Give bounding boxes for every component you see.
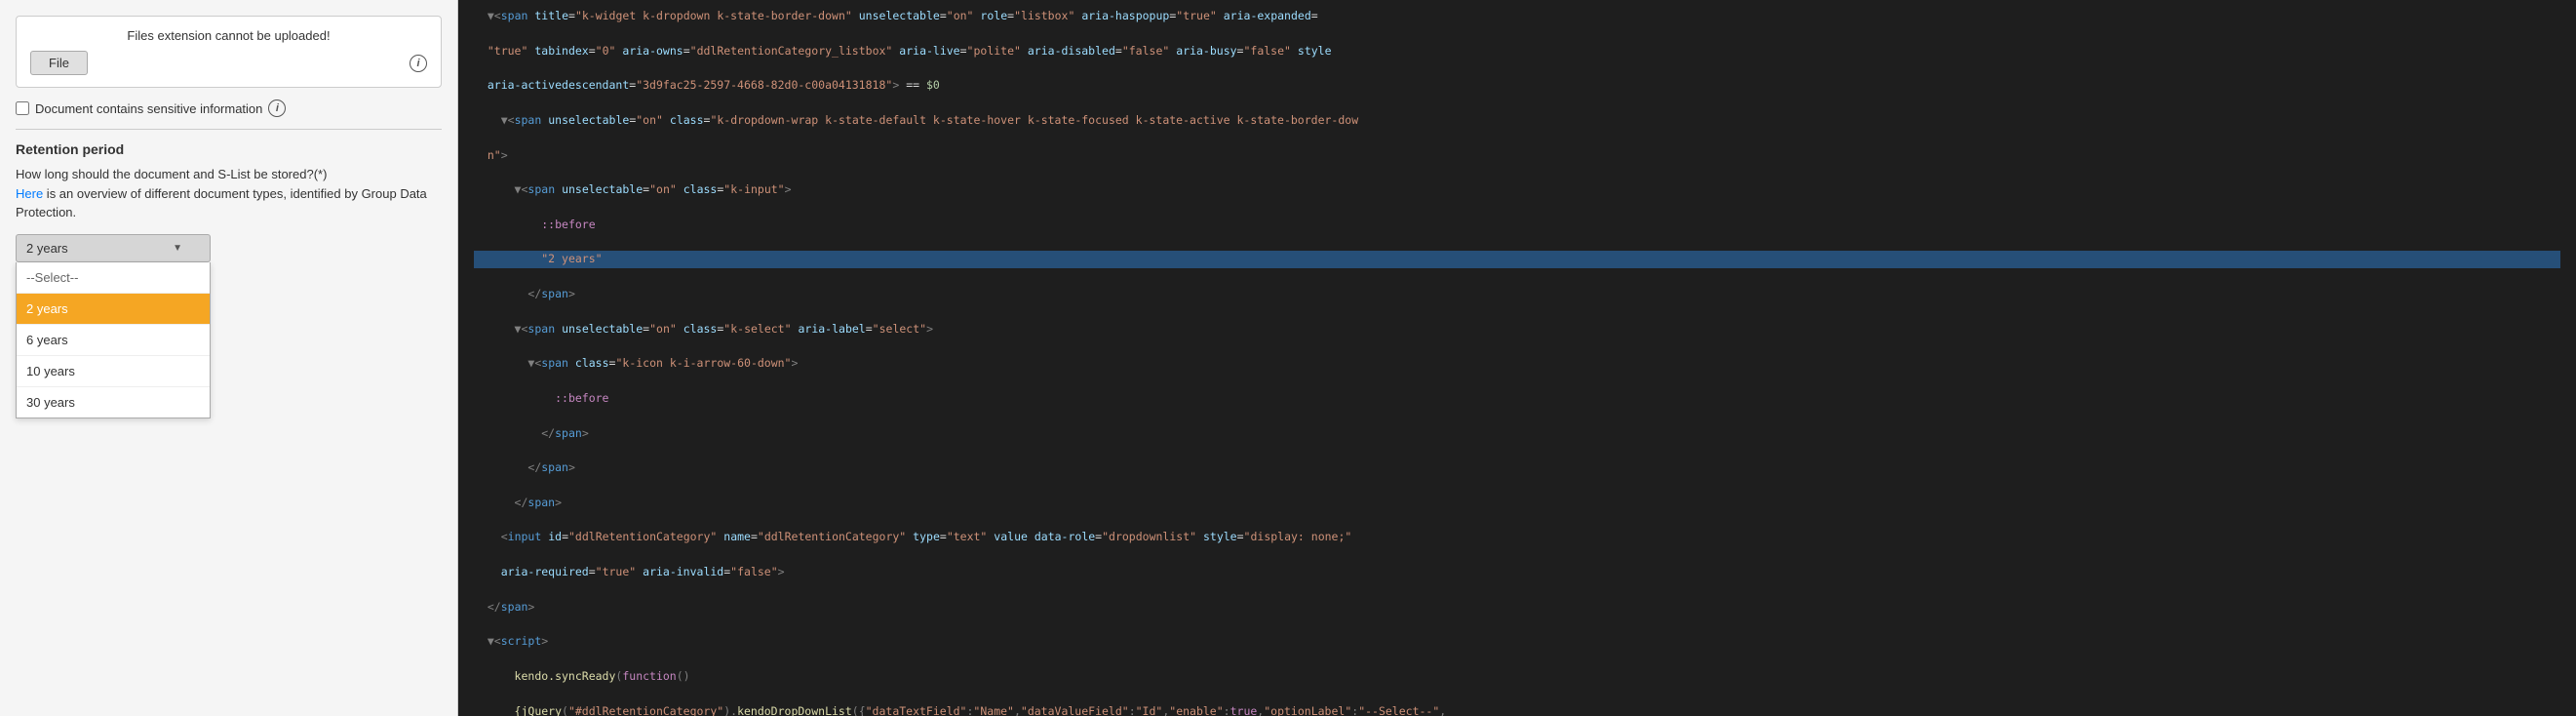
dropdown-arrow-icon: ▼: [173, 243, 182, 254]
code-line: kendo.syncReady(function(): [474, 668, 2560, 686]
retention-dropdown-selected[interactable]: 2 years ▼: [16, 234, 211, 262]
sensitive-checkbox[interactable]: [16, 101, 29, 115]
code-line: ::before: [474, 390, 2560, 408]
upload-error-row: File i: [30, 51, 427, 75]
code-line: </span>: [474, 459, 2560, 477]
code-line: "2 years": [474, 251, 2560, 268]
sensitive-info-icon[interactable]: i: [268, 99, 286, 117]
dropdown-item-6years[interactable]: 6 years: [17, 325, 210, 356]
code-line: ▼<span class="k-icon k-i-arrow-60-down">: [474, 355, 2560, 373]
code-line: </span>: [474, 495, 2560, 512]
code-panel: ▼<span title="k-widget k-dropdown k-stat…: [458, 0, 2576, 716]
code-line: "true" tabindex="0" aria-owns="ddlRetent…: [474, 43, 2560, 60]
retention-desc: How long should the document and S-List …: [16, 165, 442, 222]
code-line: </span>: [474, 425, 2560, 443]
code-line: ▼<span unselectable="on" class="k-select…: [474, 321, 2560, 338]
retention-section: Retention period How long should the doc…: [16, 141, 442, 262]
code-line: </span>: [474, 599, 2560, 617]
code-line: ▼<span unselectable="on" class="k-input"…: [474, 181, 2560, 199]
left-panel: Files extension cannot be uploaded! File…: [0, 0, 458, 716]
code-line: ▼<span title="k-widget k-dropdown k-stat…: [474, 8, 2560, 25]
code-line: aria-activedescendant="3d9fac25-2597-466…: [474, 77, 2560, 95]
dropdown-item-10years[interactable]: 10 years: [17, 356, 210, 387]
retention-desc-after: is an overview of different document typ…: [16, 186, 427, 220]
code-line: ▼<script>: [474, 633, 2560, 651]
retention-question: How long should the document and S-List …: [16, 167, 327, 181]
retention-dropdown-list: --Select--2 years6 years10 years30 years: [16, 262, 211, 418]
retention-selected-value: 2 years: [26, 241, 68, 256]
upload-error-box: Files extension cannot be uploaded! File…: [16, 16, 442, 88]
upload-error-title: Files extension cannot be uploaded!: [30, 28, 427, 43]
upload-info-icon[interactable]: i: [410, 55, 427, 72]
code-line: ▼<span unselectable="on" class="k-dropdo…: [474, 112, 2560, 130]
retention-title: Retention period: [16, 141, 442, 157]
code-line: </span>: [474, 286, 2560, 303]
code-content: ▼<span title="k-widget k-dropdown k-stat…: [458, 0, 2576, 716]
code-line: aria-required="true" aria-invalid="false…: [474, 564, 2560, 581]
sensitive-checkbox-row: Document contains sensitive information …: [16, 99, 442, 117]
file-button[interactable]: File: [30, 51, 88, 75]
dropdown-item-30years[interactable]: 30 years: [17, 387, 210, 418]
divider: [16, 129, 442, 130]
code-line: <input id="ddlRetentionCategory" name="d…: [474, 529, 2560, 546]
code-line: ::before: [474, 217, 2560, 234]
code-line: {jQuery("#ddlRetentionCategory").kendoDr…: [474, 703, 2560, 716]
dropdown-item-select[interactable]: --Select--: [17, 262, 210, 294]
sensitive-checkbox-label: Document contains sensitive information: [35, 101, 262, 116]
dropdown-item-2years[interactable]: 2 years: [17, 294, 210, 325]
retention-link[interactable]: Here: [16, 186, 43, 201]
code-line: n">: [474, 147, 2560, 165]
retention-dropdown-container: 2 years ▼ --Select--2 years6 years10 yea…: [16, 234, 211, 262]
